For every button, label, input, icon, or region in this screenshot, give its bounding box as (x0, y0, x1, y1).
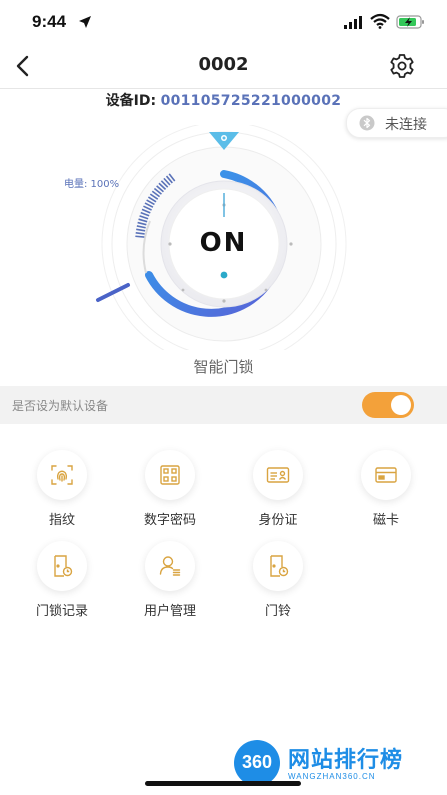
function-label: 用户管理 (143, 604, 196, 619)
watermark-url: WANGZHAN360.CN (288, 772, 376, 781)
home-indicator[interactable] (145, 781, 301, 786)
battery-label: 电量: 100% (64, 179, 120, 190)
function-user-manage[interactable]: 用户管理 (120, 541, 220, 619)
function-doorbell[interactable]: 门铃 (228, 541, 328, 619)
nav-bar: 0002 (0, 44, 447, 89)
default-device-toggle[interactable] (362, 392, 414, 418)
function-fingerprint[interactable]: 指纹 (12, 450, 112, 528)
default-device-label: 是否设为默认设备 (12, 399, 109, 413)
function-label: 身份证 (258, 513, 298, 528)
function-label: 门铃 (264, 604, 291, 619)
wifi-icon (370, 13, 390, 29)
settings-gear-icon[interactable] (384, 48, 420, 84)
function-keypad[interactable]: 数字密码 (120, 450, 220, 528)
status-time: 9:44 (32, 12, 67, 31)
battery-charging-icon (396, 15, 424, 29)
default-device-row: 是否设为默认设备 (0, 386, 447, 424)
toggle-knob (391, 395, 411, 415)
doorbell-icon (253, 541, 303, 591)
device-id-row: 设备ID: 001105725221000002 (0, 90, 447, 110)
id-card-icon (253, 450, 303, 500)
function-label: 磁卡 (372, 513, 399, 528)
function-card[interactable]: 磁卡 (336, 450, 436, 528)
device-name: 智能门锁 (193, 358, 254, 376)
page-title: 0002 (198, 54, 249, 75)
function-id-card[interactable]: 身份证 (228, 450, 328, 528)
fingerprint-icon (37, 450, 87, 500)
function-label: 门锁记录 (35, 604, 88, 619)
device-id-value: 001105725221000002 (160, 93, 342, 109)
location-arrow-icon (79, 16, 91, 28)
bluetooth-status-text: 未连接 (385, 117, 427, 133)
signal-icon (344, 16, 362, 29)
watermark-360-icon: 360 (234, 740, 280, 786)
status-bar: 9:44 (0, 0, 447, 44)
lock-state-text: ON (199, 228, 248, 258)
device-id-label: 设备ID: (105, 93, 157, 109)
user-manage-icon (145, 541, 195, 591)
card-icon (361, 450, 411, 500)
screen: 9:44 0002 设备ID: 001105725221000002 未连接 O… (0, 0, 447, 795)
function-lock-record[interactable]: 门锁记录 (12, 541, 112, 619)
watermark-name: 网站排行榜 (288, 748, 404, 773)
lock-record-icon (37, 541, 87, 591)
function-label: 指纹 (48, 513, 75, 528)
keypad-icon (145, 450, 195, 500)
function-label: 数字密码 (143, 513, 196, 528)
